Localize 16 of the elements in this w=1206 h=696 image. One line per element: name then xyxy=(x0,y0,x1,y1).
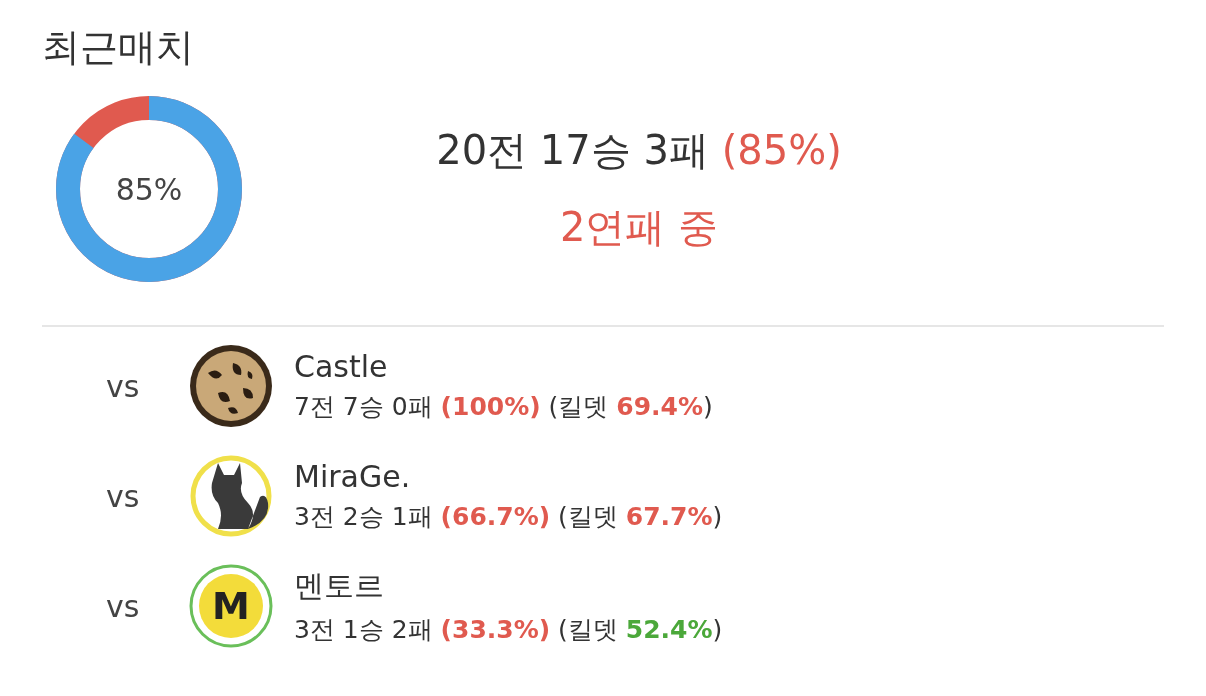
match-stats: 7전 7승 0패 (100%) (킬뎃 69.4%) xyxy=(294,391,713,423)
vs-label: vs xyxy=(105,588,141,624)
vs-label: vs xyxy=(105,478,141,514)
streak-label: 2연패 중 xyxy=(559,203,719,252)
match-stats: 3전 2승 1패 (66.7%) (킬뎃 67.7%) xyxy=(294,501,723,533)
record-summary: 20전 17승 3패 (85%) xyxy=(436,126,842,175)
vs-label: vs xyxy=(105,368,141,404)
team-emblem-icon xyxy=(188,453,274,539)
section-title: 최근매치 xyxy=(42,24,195,71)
team-name: Castle xyxy=(294,349,389,384)
match-stats: 3전 1승 2패 (33.3%) (킬뎃 52.4%) xyxy=(294,614,723,646)
team-name: 멘토르 xyxy=(294,567,385,605)
team-emblem-icon xyxy=(188,343,274,429)
team-name: MiraGe. xyxy=(294,459,412,494)
team-emblem-icon: M xyxy=(188,563,274,649)
win-rate-label: 85% xyxy=(115,171,183,207)
